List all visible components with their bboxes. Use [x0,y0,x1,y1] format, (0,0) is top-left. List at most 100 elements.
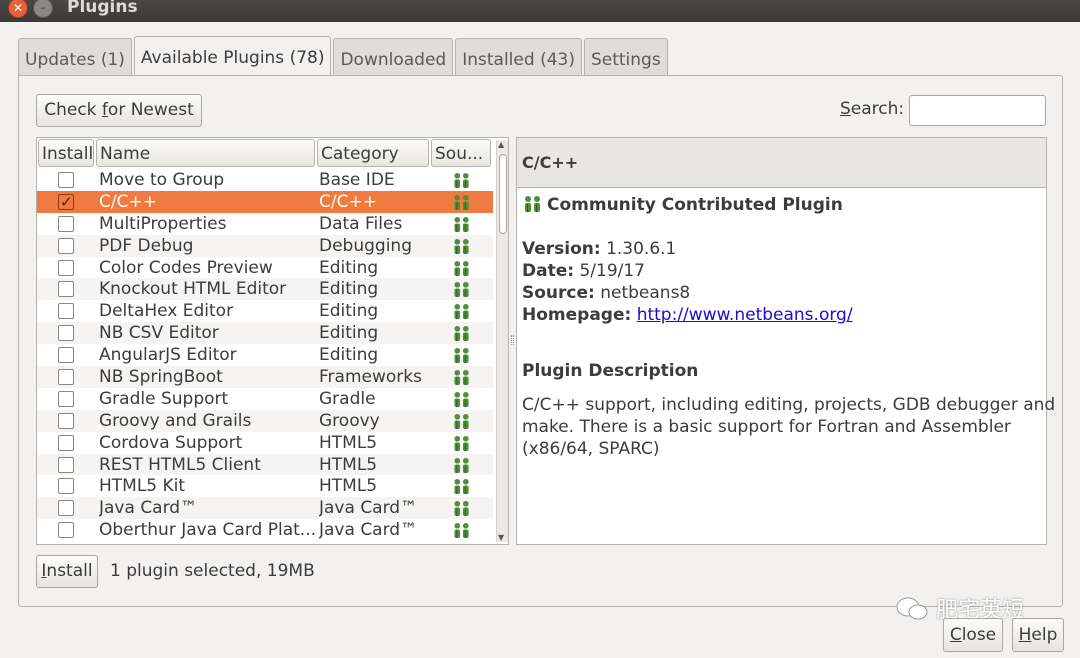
table-row[interactable]: ✓ NB SpringBoot Frameworks [37,366,493,388]
table-row[interactable]: ✓ Groovy and Grails Groovy [37,409,493,432]
install-checkbox[interactable]: ✓ [58,522,74,539]
install-checkbox[interactable]: ✓ [58,347,74,364]
install-checkbox[interactable]: ✓ [58,172,74,188]
install-checkbox[interactable]: ✓ [58,259,74,276]
table-row[interactable]: ✓ Knockout HTML Editor Editing [37,278,493,301]
community-plugin-icon [451,391,475,408]
table-row[interactable]: ✓ MultiProperties Data Files [37,213,493,235]
install-checkbox[interactable]: ✓ [58,193,74,211]
install-checkbox[interactable]: ✓ [58,369,74,386]
column-header-install[interactable]: Install [38,139,94,167]
table-row[interactable]: ✓ REST HTML5 Client HTML5 [37,453,493,476]
plugin-name: Oberthur Java Card Plat... [99,520,316,541]
community-plugin-icon [451,478,475,495]
install-checkbox[interactable]: ✓ [58,237,74,254]
community-plugin-icon [451,413,475,430]
install-button[interactable]: Install [36,555,98,588]
install-checkbox[interactable]: ✓ [58,215,74,232]
tab-installed[interactable]: Installed (43) [455,38,582,76]
table-row[interactable]: ✓ NB CSV Editor Editing [37,322,493,345]
table-row[interactable]: ✓ Java Card™ Java Card™ [37,497,493,520]
install-checkbox[interactable]: ✓ [58,412,74,429]
plugin-category: Data Files [319,213,403,234]
plugin-category: Editing [319,301,379,322]
search-input[interactable] [909,95,1046,126]
selection-status: 1 plugin selected, 19MB [110,561,315,581]
community-plugin-icon [525,196,540,212]
plugin-name: Color Codes Preview [99,257,273,278]
table-row[interactable]: ✓ HTML5 Kit HTML5 [37,475,493,497]
table-row[interactable]: ✓ AngularJS Editor Editing [37,344,493,366]
plugin-name: C/C++ [99,191,157,212]
community-plugin-icon [451,369,475,386]
plugin-name: Move to Group [99,170,225,190]
plugin-category: Java Card™ [319,498,418,519]
plugins-table-body: ✓ Move to Group Base IDE ✓ C/C++ C/C++ ✓ MultiP… [37,169,493,541]
table-row[interactable]: ✓ Color Codes Preview Editing [37,257,493,279]
close-window-icon[interactable]: ✕ [8,0,28,18]
minimize-window-icon[interactable]: – [33,0,53,18]
homepage-row: Homepage: http://www.netbeans.org/ [522,305,853,325]
tab-downloaded[interactable]: Downloaded [333,38,454,76]
community-plugin-icon [451,172,475,189]
table-row[interactable]: ✓ PDF Debug Debugging [37,234,493,257]
install-checkbox[interactable]: ✓ [58,434,74,451]
help-button[interactable]: Help [1012,618,1064,652]
window-title: Plugins [67,0,138,17]
install-checkbox[interactable]: ✓ [58,303,74,320]
close-button[interactable]: Close [943,618,1003,652]
scroll-up-icon[interactable]: ▲ [498,140,504,149]
community-plugin-icon [451,325,475,342]
table-scrollbar[interactable]: ▲ ▼ [496,140,508,542]
tab-updates[interactable]: Updates (1) [18,38,132,76]
plugin-category: Editing [319,345,379,366]
plugin-category: Groovy [319,410,380,431]
community-plugin-icon [451,435,475,452]
check-for-newest-button[interactable]: Check for Newest [36,94,202,127]
table-row[interactable]: ✓ DeltaHex Editor Editing [37,300,493,322]
community-plugin-icon [451,522,475,539]
title-bar: ✕ – Plugins [0,0,1080,22]
plugin-name: Knockout HTML Editor [99,279,287,300]
plugin-detail-panel: C/C++ Community Contributed Plugin Versi… [516,137,1055,545]
column-header-source[interactable]: Sou... [431,139,491,167]
install-checkbox[interactable]: ✓ [58,325,74,342]
plugin-name: Groovy and Grails [99,410,252,431]
table-row[interactable]: ✓ Cordova Support HTML5 [37,432,493,454]
scrollbar-thumb[interactable] [499,154,507,234]
plugin-category: Editing [319,279,379,300]
community-plugin-icon [451,216,475,233]
community-plugin-icon [451,457,475,474]
table-row[interactable]: ✓ Oberthur Java Card Plat...Java Card™ [37,519,493,541]
version-row: Version: 1.30.6.1 [522,239,677,259]
table-row[interactable]: ✓ Gradle Support Gradle [37,388,493,410]
column-header-name[interactable]: Name [96,139,315,167]
plugin-name: NB CSV Editor [99,323,219,344]
table-row[interactable]: ✓ Move to Group Base IDE [37,169,493,191]
tab-available-plugins[interactable]: Available Plugins (78) [133,36,332,76]
wechat-icon [896,597,928,620]
community-plugin-icon [451,281,475,298]
plugin-category: C/C++ [319,191,377,212]
table-row[interactable]: ✓ C/C++ C/C++ [37,190,493,213]
community-plugin-icon [451,238,475,255]
install-checkbox[interactable]: ✓ [58,478,74,495]
install-checkbox[interactable]: ✓ [58,390,74,407]
install-checkbox[interactable]: ✓ [58,500,74,517]
source-row: Source: netbeans8 [522,283,691,303]
scroll-down-icon[interactable]: ▼ [498,533,504,542]
install-checkbox[interactable]: ✓ [58,456,74,473]
plugin-category: Base IDE [319,170,395,190]
plugin-name: PDF Debug [99,235,194,256]
description-line: C/C++ support, including editing, projec… [522,395,1056,415]
install-checkbox[interactable]: ✓ [58,281,74,298]
search-label: Search: [840,99,905,119]
homepage-link[interactable]: http://www.netbeans.org/ [637,305,853,325]
splitter-handle[interactable] [511,335,514,345]
tab-settings[interactable]: Settings [583,38,668,76]
date-row: Date: 5/19/17 [522,261,645,281]
plugin-category: Editing [319,257,379,278]
plugin-name: HTML5 Kit [99,476,186,497]
plugin-name: Gradle Support [99,388,229,409]
column-header-category[interactable]: Category [317,139,429,167]
